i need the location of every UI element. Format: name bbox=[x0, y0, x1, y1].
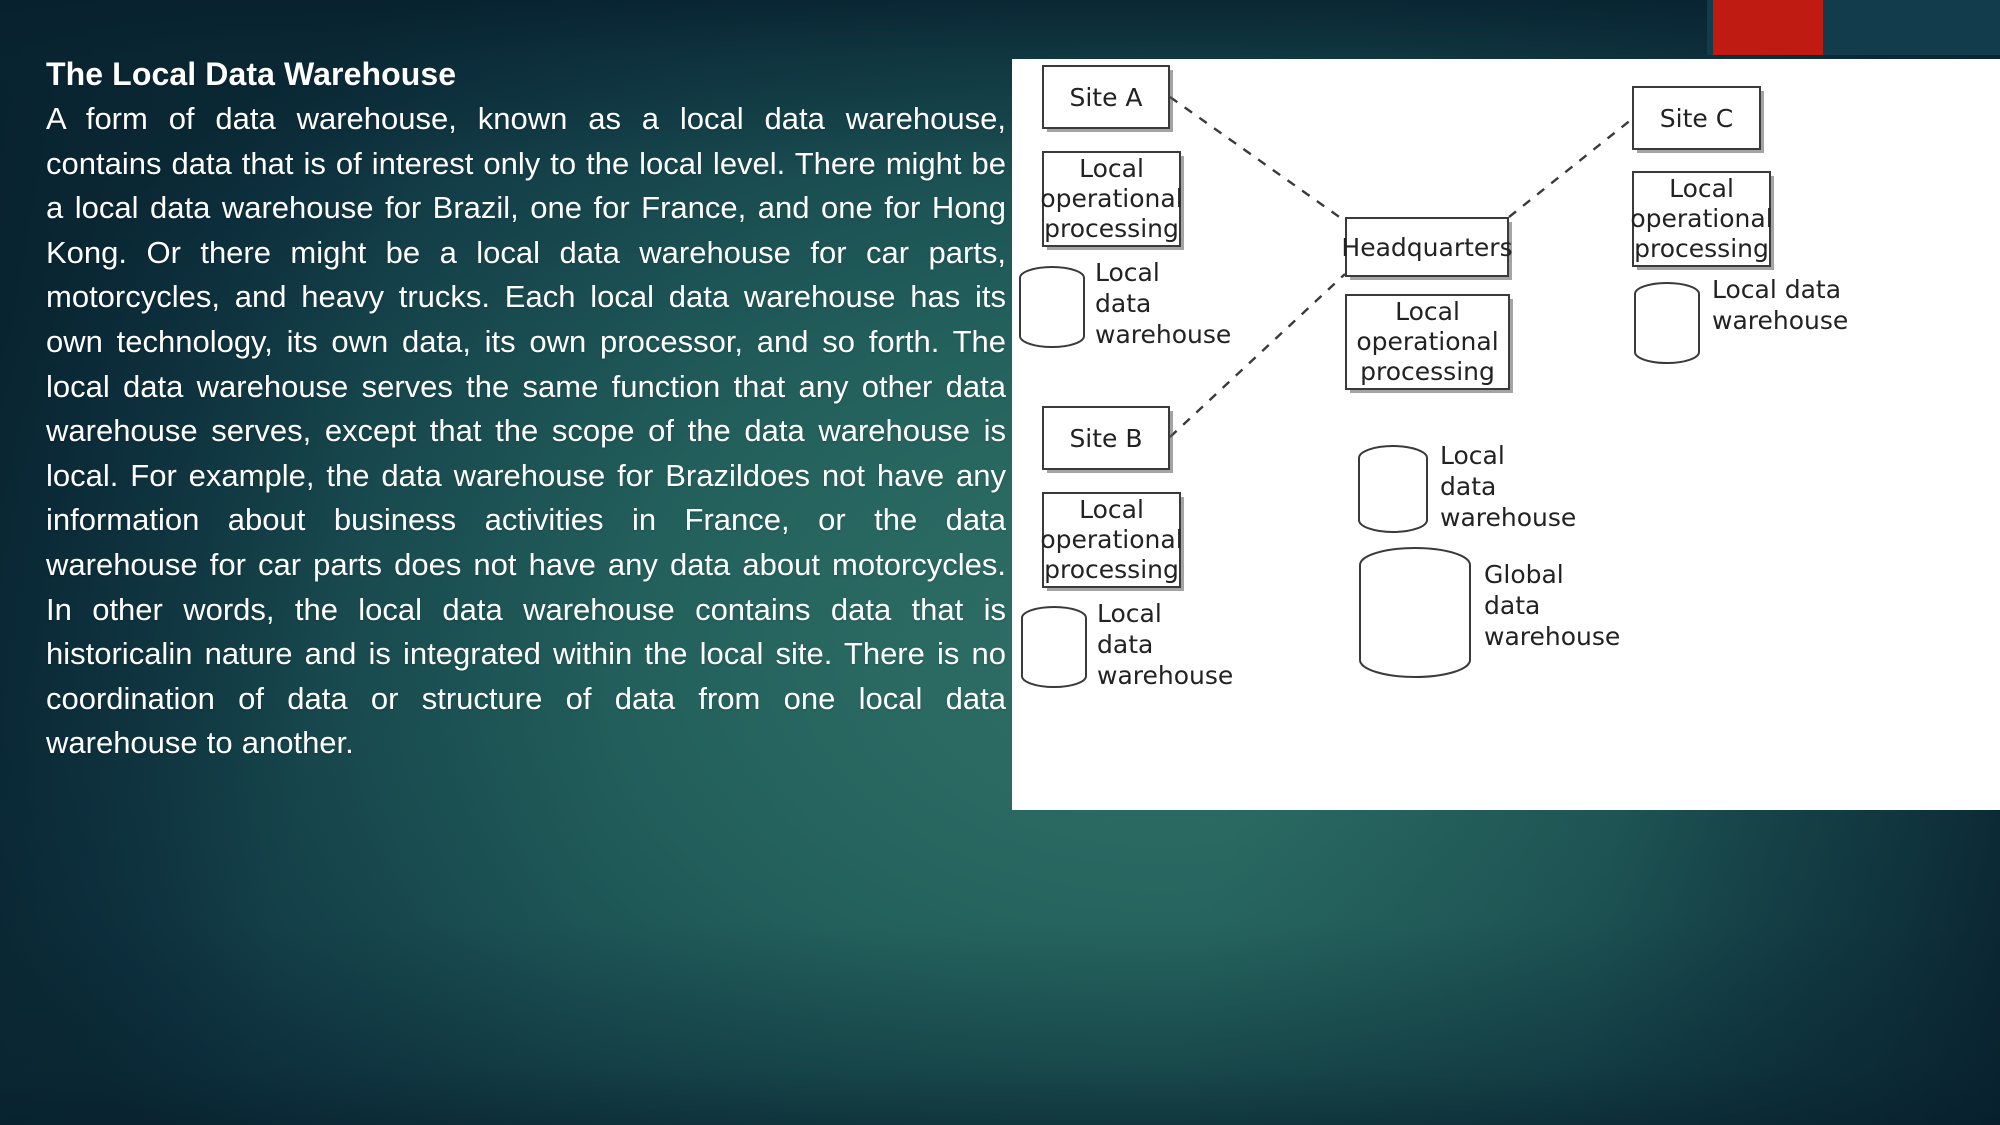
slide-canvas: The Local Data Warehouse A form of data … bbox=[0, 0, 2000, 1125]
link-headquarters-site-c bbox=[1508, 118, 1633, 218]
label-local-data-warehouse-site-b: Local data warehouse bbox=[1097, 598, 1234, 691]
label-global-data-warehouse: Global data warehouse bbox=[1484, 559, 1621, 652]
content-text-column: The Local Data Warehouse A form of data … bbox=[46, 52, 1006, 766]
node-local-operational-processing-site-c[interactable]: Local operational processing bbox=[1630, 171, 1773, 267]
body-paragraph: A form of data warehouse, known as a loc… bbox=[46, 101, 1006, 761]
label-local-data-warehouse-site-c: Local data warehouse bbox=[1712, 274, 1849, 336]
decorative-top-bar-right bbox=[1823, 0, 2000, 55]
node-site-b-label: Site B bbox=[1069, 423, 1143, 453]
diagram-image: Site A Local operational processing Loca… bbox=[1012, 59, 2000, 810]
cylinder-local-data-warehouse-site-b bbox=[1021, 606, 1087, 688]
page-title: The Local Data Warehouse bbox=[46, 56, 457, 92]
cylinder-local-data-warehouse-site-c bbox=[1634, 282, 1700, 364]
node-site-c[interactable]: Site C bbox=[1632, 86, 1761, 150]
node-site-a[interactable]: Site A bbox=[1042, 65, 1170, 129]
node-lop-b-label: Local operational processing bbox=[1040, 495, 1183, 584]
ldw-c-text: Local data warehouse bbox=[1712, 275, 1849, 335]
cylinder-local-data-warehouse-site-a bbox=[1019, 266, 1085, 348]
ldw-b-text: Local data warehouse bbox=[1097, 599, 1234, 690]
data-warehouse-architecture-diagram: Site A Local operational processing Loca… bbox=[1012, 59, 2000, 810]
ldw-hq-text: Local data warehouse bbox=[1440, 441, 1577, 532]
node-site-b[interactable]: Site B bbox=[1042, 406, 1170, 470]
node-site-a-label: Site A bbox=[1069, 82, 1143, 112]
decorative-top-bar-red bbox=[1713, 0, 1823, 55]
node-lop-hq-label: Local operational processing bbox=[1356, 297, 1499, 386]
node-local-operational-processing-site-a[interactable]: Local operational processing bbox=[1040, 151, 1183, 247]
ldw-a-text: Local data warehouse bbox=[1095, 258, 1232, 349]
label-local-data-warehouse-site-a: Local data warehouse bbox=[1095, 257, 1232, 350]
node-lop-c-label: Local operational processing bbox=[1630, 174, 1773, 263]
label-local-data-warehouse-headquarters: Local data warehouse bbox=[1440, 440, 1577, 533]
cylinder-global-data-warehouse bbox=[1359, 547, 1471, 678]
node-site-c-label: Site C bbox=[1659, 103, 1734, 133]
node-local-operational-processing-site-b[interactable]: Local operational processing bbox=[1040, 492, 1183, 588]
link-site-a-headquarters bbox=[1169, 96, 1346, 222]
node-headquarters-label: Headquarters bbox=[1341, 232, 1513, 262]
cylinder-local-data-warehouse-headquarters bbox=[1358, 445, 1428, 533]
gdw-text: Global data warehouse bbox=[1484, 560, 1621, 651]
node-headquarters[interactable]: Headquarters bbox=[1341, 217, 1513, 277]
node-lop-a-label: Local operational processing bbox=[1040, 154, 1183, 243]
node-local-operational-processing-headquarters[interactable]: Local operational processing bbox=[1345, 294, 1510, 390]
